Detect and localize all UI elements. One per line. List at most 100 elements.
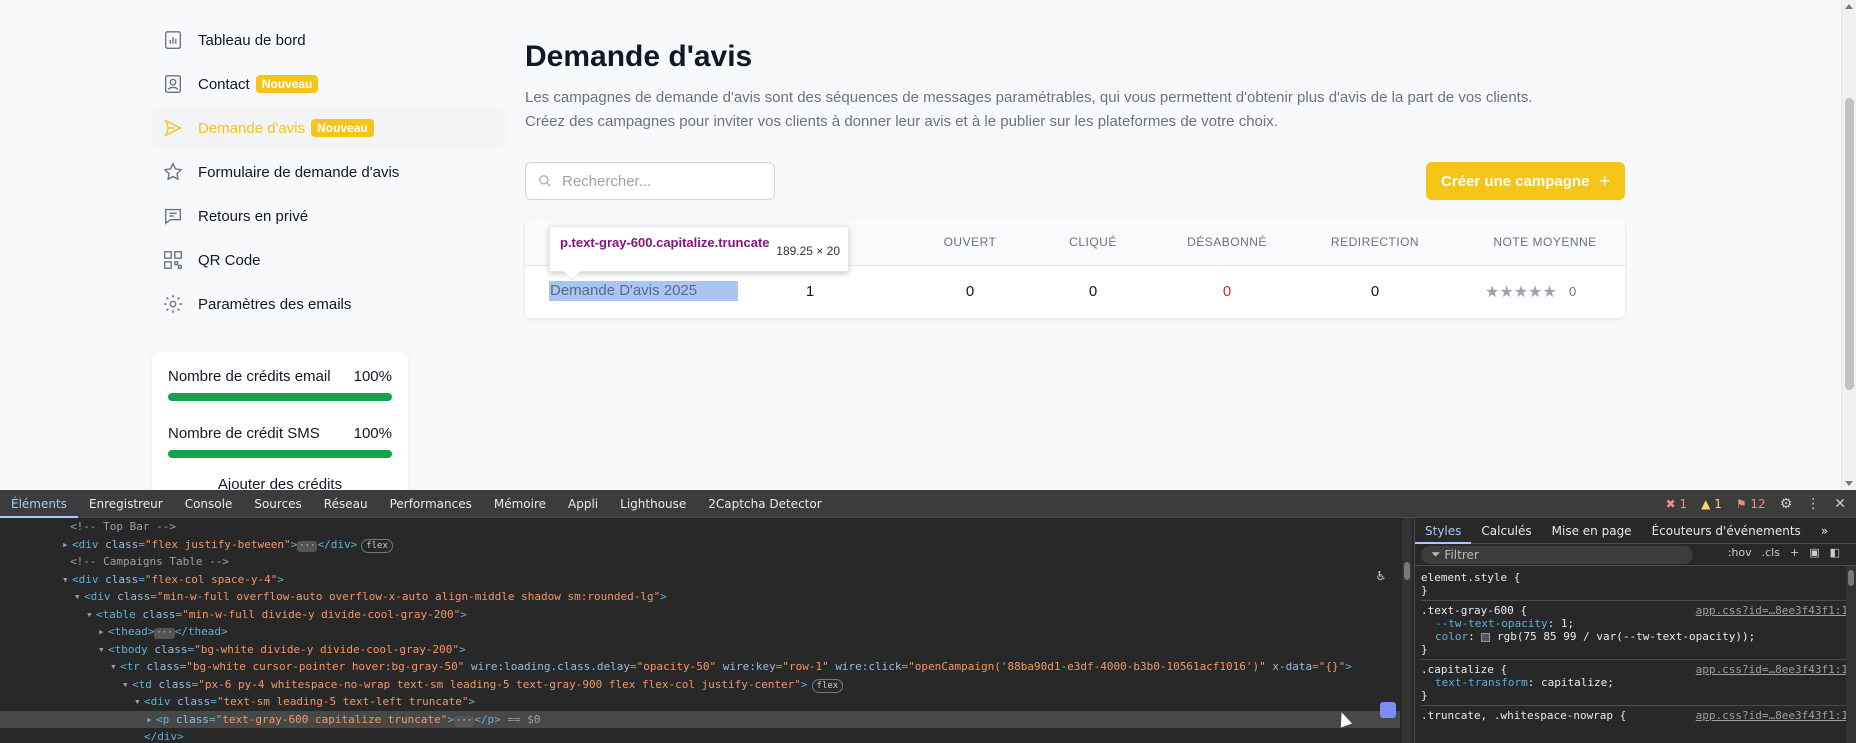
sidebar-item-email-settings[interactable]: Paramètres des emails (152, 284, 507, 324)
more-tabs-icon[interactable]: » (1811, 518, 1838, 544)
tab-recorder[interactable]: Enregistreur (78, 490, 174, 518)
dom-line[interactable]: ▾ <table class="min-w-full divide-y divid… (0, 606, 1400, 624)
more-options-icon[interactable]: ⋮ (1806, 496, 1820, 512)
css-property[interactable]: text-transform: capitalize; (1421, 676, 1850, 689)
dom-comment: <!-- Campaigns Table --> (70, 555, 229, 568)
sidebar-nav: Tableau de bord Contact Nouveau Demande … (152, 20, 507, 328)
gear-icon[interactable]: ⚙ (1780, 496, 1793, 512)
sidebar-item-label: Formulaire de demande d'avis (198, 163, 400, 181)
tab-computed[interactable]: Calculés (1471, 518, 1541, 544)
contact-card-icon (162, 73, 184, 95)
dom-line-selected[interactable]: ▸ <p class="text-gray-600 capitalize trun… (0, 710, 1400, 728)
devtools-tabbar: Éléments Enregistreur Console Sources Ré… (0, 490, 1856, 518)
ai-assist-icon[interactable] (1380, 702, 1396, 718)
column-header-unsubscribed: Désabonné (1187, 235, 1267, 249)
sidebar-item-review-form[interactable]: Formulaire de demande d'avis (152, 152, 507, 192)
dom-line[interactable]: ▸ <div class="flex justify-between"> ··· </… (0, 536, 1400, 554)
column-header-redirection: Redirection (1330, 235, 1420, 249)
tab-lighthouse[interactable]: Lighthouse (609, 490, 697, 518)
color-swatch[interactable] (1481, 632, 1491, 642)
sidebar-item-qr-code[interactable]: QR Code (152, 240, 507, 280)
styles-scrollbar[interactable] (1846, 566, 1856, 743)
dom-line[interactable]: <!-- Campaigns Table --> (0, 553, 1400, 571)
tab-layout[interactable]: Mise en page (1542, 518, 1642, 544)
web-page: Tableau de bord Contact Nouveau Demande … (0, 0, 1856, 490)
dom-attr-value: "openCampaign('88ba90d1-e3df-4000-b3b0-1… (908, 660, 1266, 673)
css-rule-close: } (1421, 689, 1428, 702)
sidebar-toggle-icon[interactable]: ◧ (1830, 546, 1840, 559)
page-description-line-1: Les campagnes de demande d'avis sont des… (525, 89, 1533, 106)
dom-line[interactable]: ▾ <td class="px-6 py-4 whitespace-no-wrap… (0, 676, 1400, 694)
column-header-average-rating: Note moyenne (1493, 235, 1597, 249)
scroll-down-icon[interactable] (1845, 481, 1853, 486)
tab-styles[interactable]: Styles (1415, 518, 1472, 544)
tab-application[interactable]: Appli (557, 490, 609, 518)
filter-placeholder: Filtrer (1444, 547, 1479, 562)
css-source-link[interactable]: app.css?id=…8ee3f43f1:1 (1696, 709, 1848, 722)
dom-attr-value: "row-1" (782, 660, 829, 673)
warning-count[interactable]: ▲ 1 (1701, 497, 1722, 511)
search-input[interactable] (562, 172, 752, 190)
rating-value: 0 (1569, 284, 1577, 299)
table-row[interactable]: Demande D'avis 2025 1 0 0 0 0 ★★★★★ 0 (525, 266, 1625, 318)
issue-count[interactable]: ⚑ 12 (1736, 497, 1766, 511)
search-field[interactable] (525, 162, 775, 200)
hov-toggle[interactable]: :hov (1728, 546, 1752, 559)
flex-badge[interactable]: flex (361, 538, 393, 553)
create-campaign-button[interactable]: Créer une campagne + (1426, 162, 1625, 200)
css-source-link[interactable]: app.css?id=…8ee3f43f1:1 (1696, 604, 1848, 617)
page-title: Demande d'avis (525, 40, 753, 73)
tab-performance[interactable]: Performances (379, 490, 483, 518)
dom-line[interactable]: </div> (0, 728, 1400, 743)
scroll-up-icon[interactable] (1845, 4, 1853, 9)
tab-memory[interactable]: Mémoire (483, 490, 557, 518)
scrollbar-thumb[interactable] (1848, 570, 1854, 586)
elements-scrollbar[interactable] (1402, 518, 1412, 743)
dom-line[interactable]: ▾ <div class="min-w-full overflow-auto ov… (0, 588, 1400, 606)
filter-icon: ⏷ (1431, 547, 1445, 561)
close-icon[interactable]: ✕ (1834, 496, 1846, 512)
create-campaign-label: Créer une campagne (1441, 172, 1590, 190)
tab-console[interactable]: Console (174, 490, 244, 518)
css-source-link[interactable]: app.css?id=…8ee3f43f1:1 (1696, 663, 1848, 676)
error-count[interactable]: ✖ 1 (1666, 497, 1688, 511)
tab-network[interactable]: Réseau (313, 490, 379, 518)
sidebar-item-private-feedback[interactable]: Retours en privé (152, 196, 507, 236)
page-scrollbar[interactable] (1841, 0, 1856, 490)
scrollbar-thumb[interactable] (1845, 98, 1854, 390)
dom-tag-name: thead (114, 625, 148, 638)
css-property-value: capitalize; (1540, 676, 1614, 689)
tab-elements[interactable]: Éléments (0, 490, 78, 518)
sms-credits-bar (168, 450, 392, 458)
add-credits-link[interactable]: Ajouter des crédits (168, 476, 392, 490)
scrollbar-thumb[interactable] (1404, 562, 1410, 580)
bar-chart-icon (162, 29, 184, 51)
css-property[interactable]: --tw-text-opacity: 1; (1421, 617, 1850, 630)
dom-attr-value: "opacity-50" (636, 660, 717, 673)
dom-line[interactable]: ▾ <tr class="bg-white cursor-pointer hove… (0, 658, 1400, 676)
tab-sources[interactable]: Sources (243, 490, 312, 518)
add-rule-icon[interactable]: + (1790, 546, 1799, 559)
sidebar-item-label: Contact (198, 75, 250, 93)
dom-attr-value: "px-6 py-4 whitespace-no-wrap text-sm le… (198, 677, 801, 691)
dom-line[interactable]: <!-- Top Bar --> (0, 518, 1400, 536)
tab-2captcha[interactable]: 2Captcha Detector (697, 490, 832, 518)
accessibility-icon[interactable]: ♿ (1372, 568, 1390, 586)
plus-icon: + (1599, 170, 1610, 191)
dom-line[interactable]: ▸ <thead> ··· </thead> (0, 623, 1400, 641)
sidebar-item-dashboard[interactable]: Tableau de bord (152, 20, 507, 60)
dom-line[interactable]: ▾ <tbody class="bg-white divide-y divide-… (0, 641, 1400, 659)
tab-event-listeners[interactable]: Écouteurs d'événements (1642, 518, 1811, 544)
css-property[interactable]: color: rgb(75 85 99 / var(--tw-text-opac… (1421, 630, 1850, 643)
dom-line[interactable]: ▾ <div class="flex-col space-y-4"> (0, 571, 1400, 589)
dom-line[interactable]: ▾ <div class="text-sm leading-5 text-left… (0, 693, 1400, 711)
paint-icon[interactable]: ▣ (1809, 546, 1819, 559)
dom-comment: <!-- Top Bar --> (70, 520, 176, 533)
sidebar-item-review-request[interactable]: Demande d'avis Nouveau (152, 108, 507, 148)
flex-badge[interactable]: flex (811, 678, 844, 693)
cls-toggle[interactable]: .cls (1762, 546, 1780, 559)
campaign-name-cell[interactable]: Demande D'avis 2025 (549, 281, 738, 301)
sidebar-item-contact[interactable]: Contact Nouveau (152, 64, 507, 104)
sms-credits-label: Nombre de crédit SMS (168, 425, 320, 442)
filter-input[interactable]: ⏷ Filtrer (1421, 545, 1693, 564)
